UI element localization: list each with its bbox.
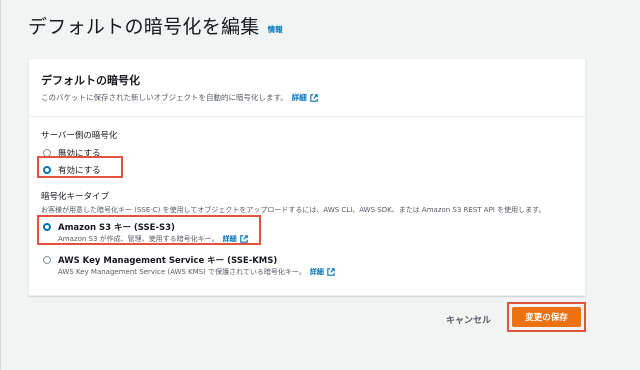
radio-button-sse-kms[interactable]	[43, 256, 51, 264]
save-changes-button[interactable]: 変更の保存	[512, 307, 581, 327]
sse-kms-description-text: AWS Key Management Service (AWS KMS) で保護…	[58, 268, 306, 276]
cancel-button[interactable]: キャンセル	[446, 313, 491, 326]
key-type-description: お客様が用意した暗号化キー (SSE-C) を使用してオブジェクトをアップロード…	[41, 206, 546, 214]
sse-kms-description: AWS Key Management Service (AWS KMS) で保護…	[58, 267, 335, 277]
highlight-sse-s3-option	[37, 215, 261, 245]
highlight-enable-option	[37, 156, 123, 178]
panel-header: デフォルトの暗号化 このバケットに保存された新しいオブジェクトを自動的に暗号化し…	[29, 59, 585, 117]
panel-description-text: このバケットに保存された新しいオブジェクトを自動的に暗号化します。	[41, 93, 288, 102]
external-link-icon[interactable]	[327, 268, 335, 276]
panel-description: このバケットに保存された新しいオブジェクトを自動的に暗号化します。 詳細	[41, 92, 318, 103]
external-link-icon[interactable]	[309, 93, 318, 102]
info-link[interactable]: 情報	[268, 24, 283, 35]
radio-label-sse-kms: AWS Key Management Service キー (SSE-KMS)	[58, 256, 278, 266]
sse-kms-details-link[interactable]: 詳細	[310, 267, 324, 277]
server-side-encryption-label: サーバー側の暗号化	[41, 131, 118, 141]
page-title: デフォルトの暗号化を編集	[28, 16, 260, 38]
left-border	[0, 0, 1, 370]
key-type-label: 暗号化キータイプ	[41, 192, 110, 202]
page-header: デフォルトの暗号化を編集 情報	[28, 12, 283, 39]
radio-sse-kms[interactable]: AWS Key Management Service キー (SSE-KMS)	[43, 254, 277, 266]
panel-title: デフォルトの暗号化	[41, 74, 140, 87]
details-link[interactable]: 詳細	[292, 92, 307, 103]
